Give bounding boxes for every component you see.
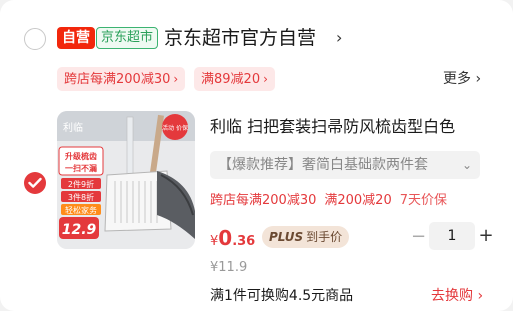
promo-tag-label: 满89减20 bbox=[201, 72, 261, 87]
exchange-link[interactable]: 去换购 › bbox=[431, 286, 483, 306]
quantity-decrease-button[interactable]: − bbox=[411, 226, 426, 248]
item-promo-cross-store: 跨店每满200减30 bbox=[210, 193, 317, 208]
item-select-checkbox[interactable] bbox=[24, 172, 46, 194]
promo-tag-threshold[interactable]: 满89减20 › bbox=[194, 67, 275, 91]
cart-store-card: 自营 京东超市 京东超市官方自营 › 跨店每满200减30 › 满89减20 › 更… bbox=[0, 0, 513, 311]
promo-tag-cross-store[interactable]: 跨店每满200减30 › bbox=[57, 67, 186, 91]
quantity-increase-button[interactable]: + bbox=[478, 224, 494, 248]
store-name-link[interactable]: 京东超市官方自营 bbox=[164, 24, 316, 52]
thumb-price: 12.9 bbox=[62, 222, 97, 238]
variant-selector[interactable]: 【爆款推荐】奢简白基础款两件套 ⌄ bbox=[210, 151, 480, 179]
thumb-line-1: 升级梳齿 bbox=[65, 151, 97, 161]
thumb-offer-1: 2件9折 bbox=[68, 179, 94, 189]
product-thumbnail[interactable]: 升级梳齿 一扫不漏 2件9折 3件8折 轻松家务 12.9 利临 活动 价保 bbox=[57, 111, 195, 249]
item-promo-line: 跨店每满200减30 满200减20 7天价保 bbox=[210, 191, 455, 211]
plus-price-label: 到手价 bbox=[306, 230, 343, 244]
chevron-right-icon: › bbox=[173, 72, 179, 86]
exchange-offer-text: 满1件可换购4.5元商品 bbox=[210, 288, 354, 304]
plus-price-badge: PLUS 到手价 bbox=[262, 226, 350, 248]
product-image: 升级梳齿 一扫不漏 2件9折 3件8折 轻松家务 12.9 利临 活动 价保 bbox=[57, 111, 195, 249]
item-promo-threshold: 满200减20 bbox=[324, 193, 392, 208]
final-price: ¥0.36 bbox=[210, 225, 255, 255]
original-price: ¥11.9 bbox=[210, 260, 248, 275]
thumb-line-2: 一扫不漏 bbox=[65, 163, 97, 173]
variant-label: 【爆款推荐】奢简白基础款两件套 bbox=[218, 157, 428, 173]
self-operated-badge: 自营 bbox=[57, 27, 95, 49]
promo-tag-label: 跨店每满200减30 bbox=[64, 72, 171, 87]
store-select-radio[interactable] bbox=[24, 28, 46, 50]
price-protect-badge: 7天价保 bbox=[399, 193, 447, 208]
quantity-input[interactable]: 1 bbox=[429, 222, 475, 250]
thumb-offer-3: 轻松家务 bbox=[65, 205, 97, 215]
thumb-corner-badge: 活动 价保 bbox=[162, 124, 188, 132]
thumb-offer-2: 3件8折 bbox=[68, 192, 94, 202]
price-decimal: .36 bbox=[232, 234, 256, 249]
chevron-right-icon: › bbox=[263, 72, 268, 86]
checkmark-icon bbox=[28, 177, 42, 188]
chevron-right-icon: › bbox=[475, 71, 482, 87]
chevron-down-icon: ⌄ bbox=[461, 158, 472, 172]
thumb-brand: 利临 bbox=[63, 121, 83, 134]
channel-badge: 京东超市 bbox=[96, 27, 159, 49]
product-title[interactable]: 利临 扫把套装扫帚防风梳齿型白色 bbox=[210, 115, 500, 139]
plus-mark: PLUS bbox=[269, 230, 304, 244]
chevron-right-icon[interactable]: › bbox=[336, 28, 342, 48]
more-label: 更多 bbox=[443, 71, 471, 87]
more-promos-link[interactable]: 更多 › bbox=[443, 68, 481, 90]
price-integer: 0 bbox=[218, 226, 233, 250]
